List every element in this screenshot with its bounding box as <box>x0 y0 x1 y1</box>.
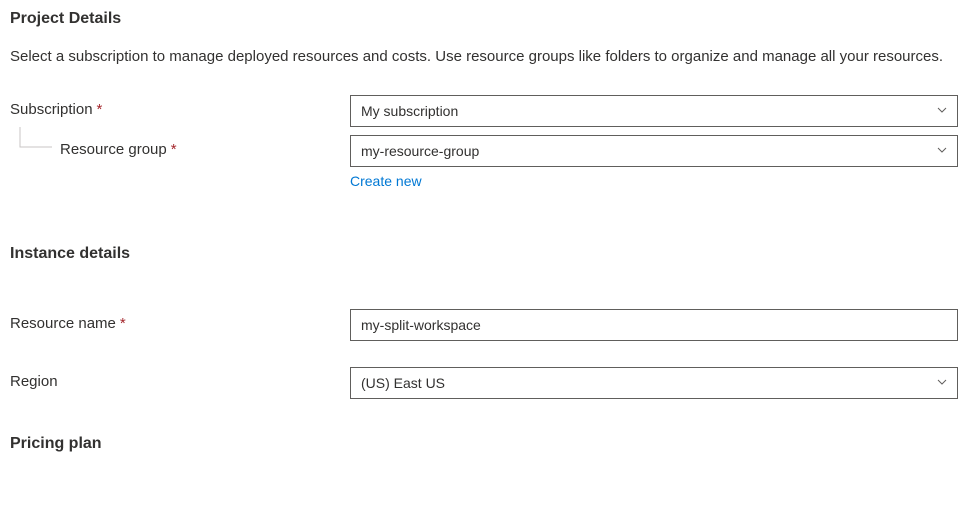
subscription-select[interactable]: My subscription <box>350 95 958 127</box>
create-new-link[interactable]: Create new <box>350 173 422 189</box>
resource-name-input[interactable] <box>350 309 958 341</box>
resource-group-select[interactable]: my-resource-group <box>350 135 958 167</box>
region-select[interactable]: (US) East US <box>350 367 958 399</box>
required-indicator: * <box>120 315 126 332</box>
subscription-label: Subscription <box>10 101 93 118</box>
required-indicator: * <box>97 101 103 118</box>
instance-details-heading: Instance details <box>10 245 963 263</box>
pricing-plan-heading: Pricing plan <box>10 435 963 453</box>
project-details-description: Select a subscription to manage deployed… <box>10 46 950 69</box>
resource-group-label: Resource group <box>60 141 167 158</box>
required-indicator: * <box>171 141 177 158</box>
resource-name-label: Resource name <box>10 315 116 332</box>
project-details-heading: Project Details <box>10 10 963 28</box>
region-label: Region <box>10 373 58 390</box>
tree-connector-icon <box>10 127 52 157</box>
